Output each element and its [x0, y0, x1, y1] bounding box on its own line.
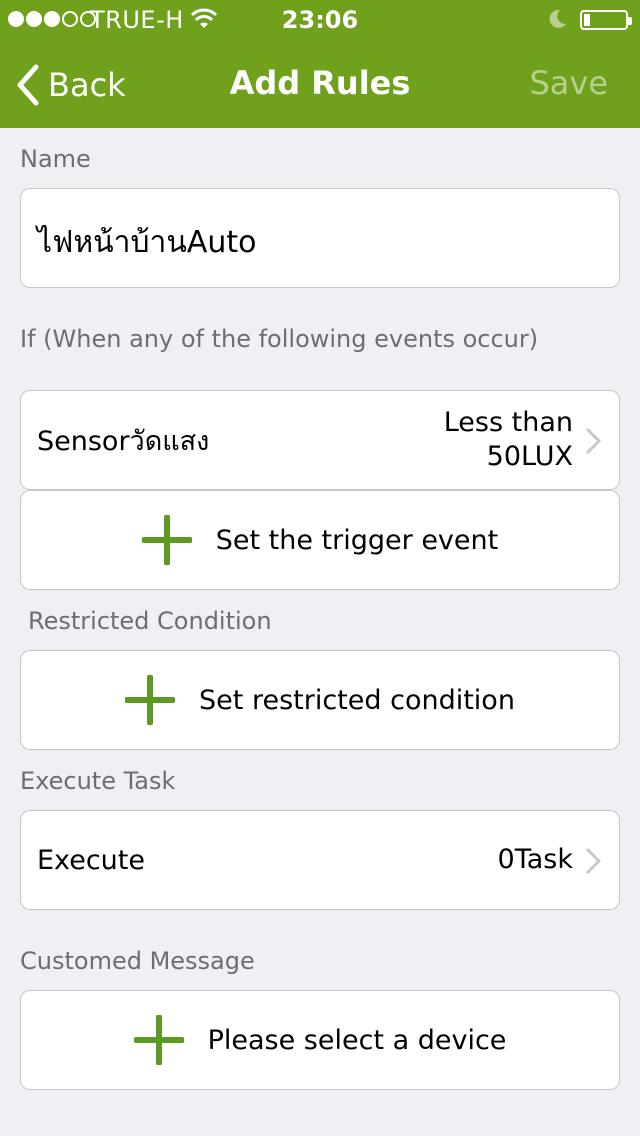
- name-label: Name: [20, 145, 91, 173]
- battery-icon: [580, 10, 632, 30]
- status-bar: TRUE-H 23:06: [0, 0, 640, 40]
- execute-task-count: 0Task: [497, 844, 573, 875]
- plus-icon: [133, 1015, 184, 1065]
- customed-message-label: Customed Message: [20, 947, 255, 975]
- execute-task-label: Execute Task: [20, 767, 176, 795]
- set-trigger-event-button[interactable]: Set the trigger event: [20, 490, 620, 590]
- set-trigger-event-label: Set the trigger event: [215, 524, 499, 556]
- do-not-disturb-icon: [546, 8, 568, 36]
- chevron-right-icon: [585, 847, 601, 875]
- set-restricted-condition-button[interactable]: Set restricted condition: [20, 650, 620, 750]
- save-button[interactable]: Save: [529, 64, 608, 102]
- name-field[interactable]: ไฟหน้าบ้านAuto: [20, 188, 620, 288]
- plus-icon: [141, 515, 192, 565]
- trigger-event-row[interactable]: Sensorวัดแสง Less than 50LUX: [20, 390, 620, 490]
- select-device-button[interactable]: Please select a device: [20, 990, 620, 1090]
- if-section-label: If (When any of the following events occ…: [20, 325, 539, 353]
- condition-line-1: Less than: [443, 407, 573, 438]
- trigger-event-condition: Less than 50LUX: [444, 391, 573, 489]
- execute-row-label: Execute: [37, 844, 145, 876]
- execute-row[interactable]: Execute 0Task: [20, 810, 620, 910]
- condition-line-2: 50LUX: [486, 441, 573, 472]
- name-value: ไฟหน้าบ้านAuto: [37, 225, 257, 260]
- select-device-label: Please select a device: [207, 1024, 507, 1056]
- set-restricted-condition-label: Set restricted condition: [199, 684, 515, 716]
- header-bar: TRUE-H 23:06 Back Add Rules Save: [0, 0, 640, 128]
- chevron-right-icon: [585, 427, 601, 455]
- status-time: 23:06: [281, 6, 359, 34]
- plus-icon: [125, 675, 176, 725]
- trigger-event-name: Sensorวัดแสง: [37, 425, 210, 457]
- restricted-condition-label: Restricted Condition: [28, 607, 272, 635]
